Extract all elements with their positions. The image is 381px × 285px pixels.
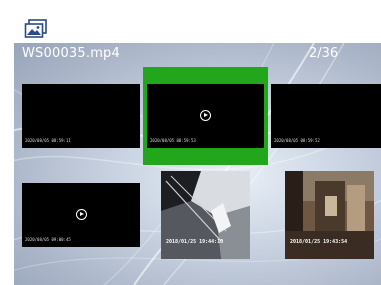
- photo-thumbnail[interactable]: 2018/01/25 19:43:54: [285, 171, 374, 259]
- video-thumbnail[interactable]: 2020/08/05 08:59:52: [271, 84, 381, 148]
- thumbnail-timestamp: 2018/01/25 19:43:54: [290, 239, 348, 245]
- thumbnail-timestamp: 2018/01/25 19:44:10: [166, 239, 224, 245]
- thumbnail-timestamp: 2020/08/05 08:59:53: [150, 138, 196, 143]
- stairwell-photo: [161, 171, 250, 259]
- page-counter: 2/36: [309, 46, 339, 61]
- photo-thumbnail[interactable]: 2018/01/25 19:44:10: [161, 171, 250, 259]
- thumbnail-timestamp: 2020/08/05 08:59:52: [274, 138, 320, 143]
- thumbnail-timestamp: 2020/08/05 09:00:45: [25, 237, 71, 242]
- room-photo: [285, 171, 374, 259]
- play-icon[interactable]: [76, 209, 87, 220]
- gallery-icon[interactable]: [24, 19, 48, 39]
- file-name: WS00035.mp4: [22, 46, 120, 61]
- top-bar: [0, 0, 381, 43]
- video-thumbnail[interactable]: 2020/08/05 08:59:11: [22, 84, 140, 148]
- thumbnail-timestamp: 2020/08/05 08:59:11: [25, 138, 71, 143]
- video-thumbnail-selected[interactable]: 2020/08/05 08:59:53: [147, 84, 264, 148]
- play-icon[interactable]: [200, 110, 211, 121]
- video-thumbnail[interactable]: 2020/08/05 09:00:45: [22, 183, 140, 247]
